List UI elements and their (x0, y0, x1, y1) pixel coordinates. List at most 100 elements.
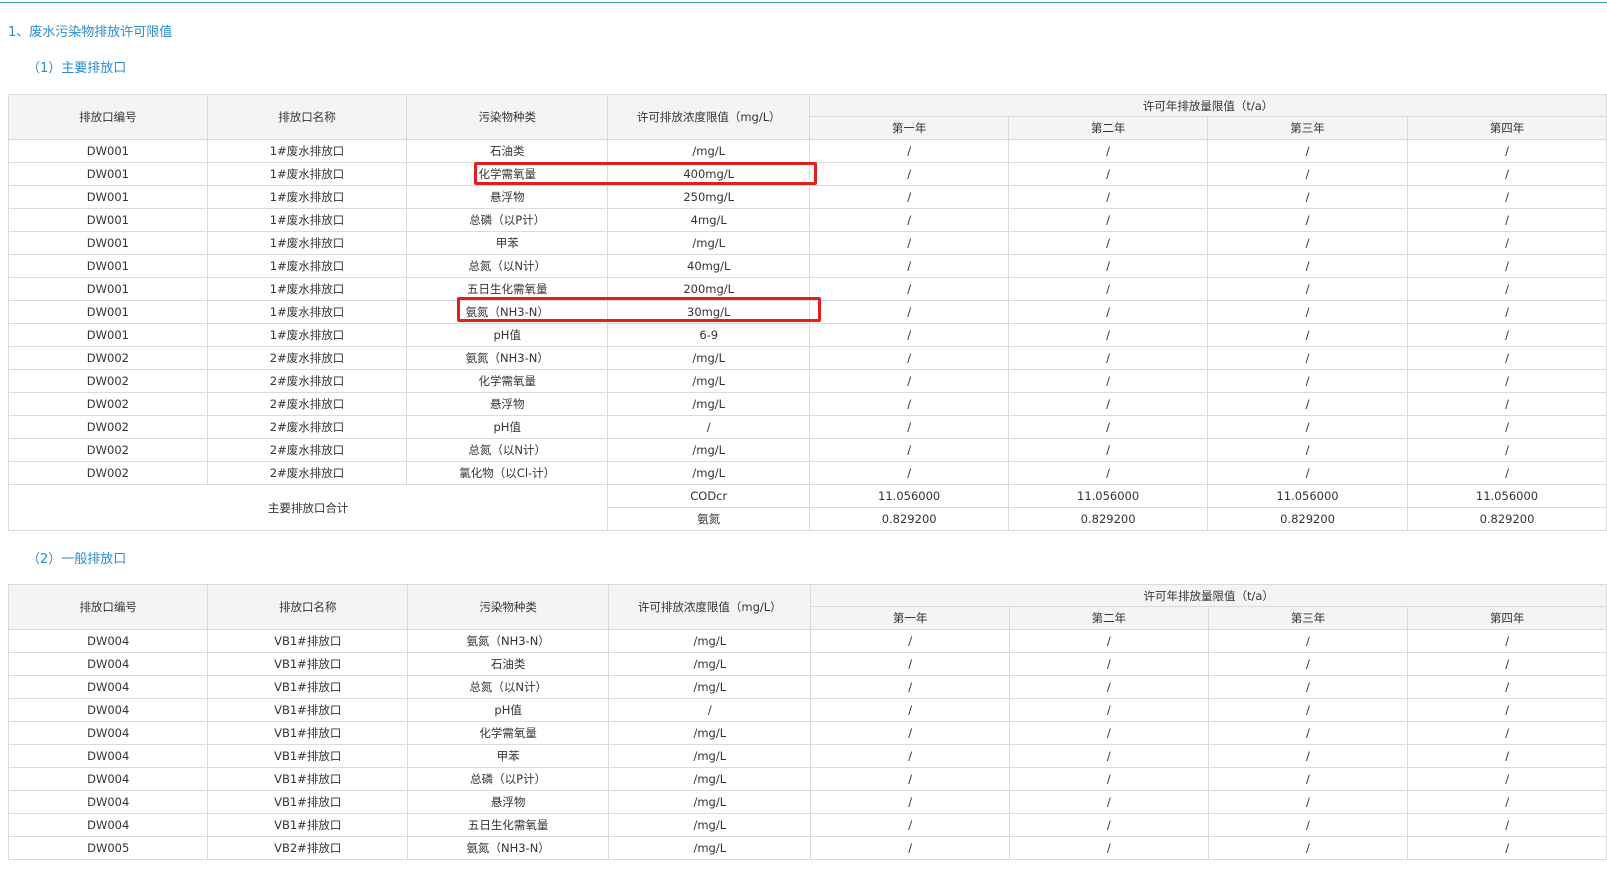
outlet-id-cell: DW002 (8, 415, 208, 439)
year-2-cell: / (1008, 185, 1209, 209)
year-3-cell: / (1207, 323, 1408, 347)
main-outlets-body: DW001 1#废水排放口 石油类/mg/L / / / / DW001 1#废水排放口 化学需氧… (8, 139, 1607, 485)
table-row: DW004 VB1#排放口 石油类/mg/L / / / / (7, 652, 1607, 676)
table-row: DW002 2#废水排放口 氨氮（NH3-N）/mg/L / / / / (8, 346, 1607, 370)
year-2-cell: / (1008, 277, 1209, 301)
year-2-cell: / (1009, 813, 1209, 837)
table-row: DW001 1#废水排放口 氨氮（NH3-N） 30mg/L / / / / (8, 300, 1607, 324)
outlet-name-cell: VB1#排放口 (207, 698, 409, 722)
year-3-cell: / (1207, 300, 1408, 324)
table-row: DW004 VB1#排放口 总氮（以N计）/mg/L / / / / (7, 675, 1607, 699)
year-1-cell: / (810, 675, 1010, 699)
concentration-limit-cell: 4mg/L (607, 208, 811, 232)
outlet-name-cell: 1#废水排放口 (206, 277, 408, 301)
year-2-cell: / (1009, 675, 1209, 699)
header-year-1: 第一年 (809, 116, 1010, 140)
year-2-cell: / (1008, 254, 1209, 278)
year-3-cell: / (1207, 721, 1409, 745)
year-1-cell: / (809, 369, 1010, 393)
year-1-cell: / (809, 300, 1010, 324)
concentration-limit-cell: /mg/L (608, 790, 812, 814)
header-pollutant: 污染物种类 (407, 584, 610, 630)
table-row: DW004 VB1#排放口 总磷（以P计）/mg/L / / / / (7, 767, 1607, 791)
year-3-cell: / (1207, 185, 1408, 209)
outlet-id-cell: DW001 (8, 231, 208, 255)
outlet-name-cell: VB1#排放口 (207, 675, 409, 699)
concentration-limit-cell: 400mg/L (607, 162, 811, 186)
year-2-cell: / (1008, 231, 1209, 255)
summary-year-value: 11.056000 (1008, 484, 1209, 508)
concentration-limit-cell: /mg/L (607, 231, 811, 255)
pollutant-cell: 氨氮（NH3-N） (407, 836, 610, 860)
year-1-cell: / (809, 392, 1010, 416)
outlet-name-cell: 1#废水排放口 (206, 231, 408, 255)
year-1-cell: / (810, 744, 1010, 768)
table-row: DW002 2#废水排放口 化学需氧量/mg/L / / / / (8, 369, 1607, 393)
year-4-cell: / (1407, 392, 1607, 416)
pollutant-cell: 总磷（以P计） (407, 767, 610, 791)
summary-year-value: 11.056000 (1407, 484, 1607, 508)
year-1-cell: / (809, 139, 1010, 163)
outlet-name-cell: 1#废水排放口 (206, 139, 408, 163)
year-3-cell: / (1207, 162, 1408, 186)
header-year-4: 第四年 (1407, 116, 1607, 140)
outlet-id-cell: DW001 (8, 162, 208, 186)
year-3-cell: / (1207, 438, 1408, 462)
year-2-cell: / (1008, 415, 1209, 439)
year-4-cell: / (1407, 461, 1607, 485)
pollutant-cell: 甲苯 (407, 744, 610, 768)
outlet-name-cell: 2#废水排放口 (206, 369, 408, 393)
year-4-cell: / (1407, 185, 1607, 209)
year-3-cell: / (1207, 277, 1408, 301)
header-year-1: 第一年 (810, 606, 1010, 630)
year-4-cell: / (1407, 629, 1607, 653)
outlet-id-cell: DW002 (8, 461, 208, 485)
year-4-cell: / (1407, 300, 1607, 324)
year-1-cell: / (809, 438, 1010, 462)
concentration-limit-cell: 250mg/L (607, 185, 811, 209)
outlet-id-cell: DW004 (7, 652, 209, 676)
header-year-3: 第三年 (1207, 606, 1409, 630)
outlet-id-cell: DW001 (8, 300, 208, 324)
year-1-cell: / (810, 767, 1010, 791)
year-4-cell: / (1407, 438, 1607, 462)
year-3-cell: / (1207, 790, 1409, 814)
concentration-limit-cell: 40mg/L (607, 254, 811, 278)
concentration-limit-cell: /mg/L (607, 392, 811, 416)
year-4-cell: / (1407, 813, 1607, 837)
year-3-cell: / (1207, 415, 1408, 439)
outlet-name-cell: 2#废水排放口 (206, 438, 408, 462)
year-4-cell: / (1407, 652, 1607, 676)
outlet-id-cell: DW001 (8, 139, 208, 163)
pollutant-cell: 氯化物（以Cl-计） (406, 461, 609, 485)
year-4-cell: / (1407, 790, 1607, 814)
year-2-cell: / (1008, 323, 1209, 347)
outlet-id-cell: DW004 (7, 790, 209, 814)
outlet-id-cell: DW002 (8, 369, 208, 393)
pollutant-cell: 甲苯 (406, 231, 609, 255)
year-2-cell: / (1009, 767, 1209, 791)
header-concentration-limit: 许可排放浓度限值（mg/L） (607, 94, 811, 140)
year-1-cell: / (810, 813, 1010, 837)
table-row: DW004 VB1#排放口 化学需氧量/mg/L / / / / (7, 721, 1607, 745)
year-4-cell: / (1407, 162, 1607, 186)
outlet-name-cell: VB1#排放口 (207, 790, 409, 814)
general-outlets-subtitle: （2）一般排放口 (27, 552, 127, 567)
pollutant-cell: 悬浮物 (407, 790, 610, 814)
table-row: DW001 1#废水排放口 化学需氧量 400mg/L / / / / (8, 162, 1607, 186)
year-1-cell: / (810, 836, 1010, 860)
concentration-limit-cell: 30mg/L (607, 300, 811, 324)
outlet-name-cell: 2#废水排放口 (206, 461, 408, 485)
year-4-cell: / (1407, 231, 1607, 255)
outlet-name-cell: VB1#排放口 (207, 629, 409, 653)
outlet-id-cell: DW001 (8, 277, 208, 301)
outlet-name-cell: VB1#排放口 (207, 652, 409, 676)
year-4-cell: / (1407, 346, 1607, 370)
year-1-cell: / (810, 698, 1010, 722)
year-3-cell: / (1207, 836, 1409, 860)
year-3-cell: / (1207, 652, 1409, 676)
year-1-cell: / (809, 461, 1010, 485)
year-4-cell: / (1407, 139, 1607, 163)
year-3-cell: / (1207, 629, 1409, 653)
header-outlet-id: 排放口编号 (7, 584, 209, 630)
